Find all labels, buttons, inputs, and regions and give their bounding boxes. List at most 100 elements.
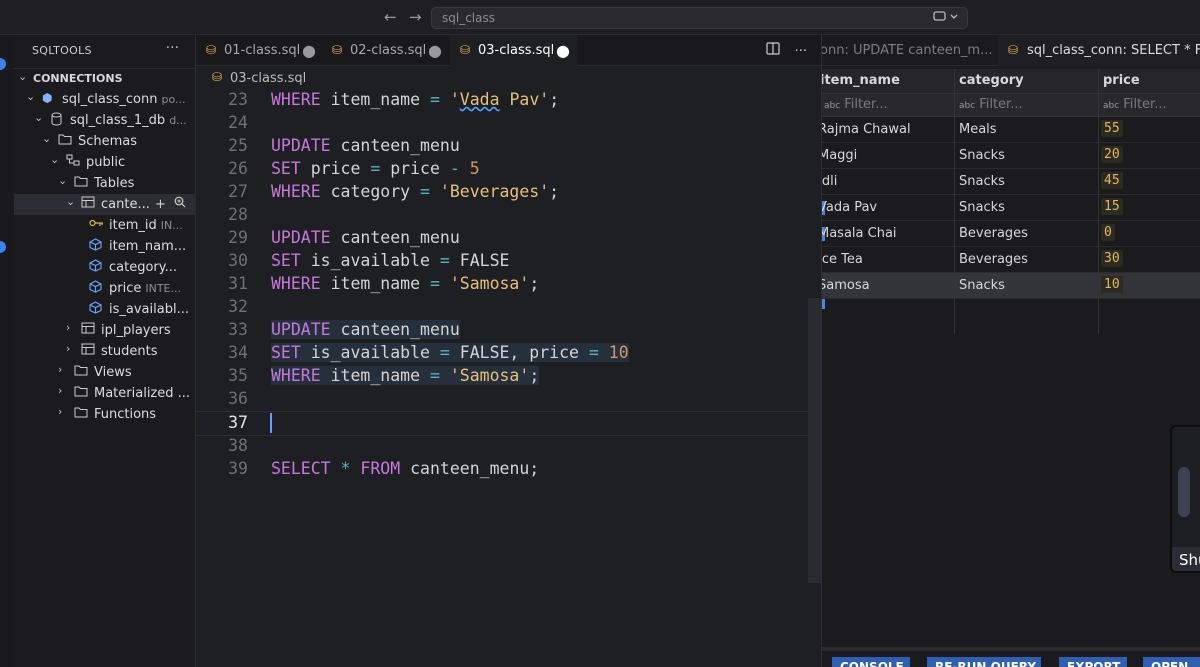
code-line: 28 bbox=[196, 205, 808, 228]
cell-price[interactable]: 45 bbox=[1101, 172, 1123, 189]
line-number: 28 bbox=[228, 205, 248, 224]
split-editor-icon[interactable] bbox=[766, 42, 784, 59]
cell-category[interactable]: Beverages bbox=[959, 252, 1028, 267]
column-icon bbox=[89, 259, 102, 275]
functions-label: Functions bbox=[94, 407, 157, 422]
rerun-query-button[interactable]: RE-RUN QUERY bbox=[927, 657, 1041, 667]
table-row[interactable]: Masala Chai Beverages 0 bbox=[822, 221, 1200, 247]
code-line: 24 bbox=[196, 113, 808, 136]
cell-price[interactable]: 0 bbox=[1101, 224, 1115, 241]
sqltools-activity-icon[interactable] bbox=[0, 58, 6, 70]
tab-03-class[interactable]: ⛁ 03-class.sql ● bbox=[450, 35, 578, 66]
column-item-id[interactable]: item_id IN... bbox=[14, 215, 195, 236]
code-line: 36 bbox=[196, 389, 808, 412]
column-header-category[interactable]: category bbox=[959, 73, 1024, 88]
tree-item-schemas[interactable]: ⌄ Schemas bbox=[14, 131, 195, 152]
activity-badge-icon[interactable] bbox=[0, 241, 6, 253]
table-row[interactable]: Maggi Snacks 20 bbox=[822, 143, 1200, 169]
results-tab-update[interactable]: onn: UPDATE canteen_m... bbox=[822, 43, 993, 58]
chevron-down-icon: ⌄ bbox=[42, 132, 52, 145]
cell-category[interactable]: Meals bbox=[959, 122, 997, 137]
tree-item-connection[interactable]: ⌄ ⬢ sql_class_conn po... bbox=[14, 89, 195, 110]
tab-label: 01-class.sql bbox=[224, 43, 301, 58]
cell-item-name[interactable]: Rajma Chawal bbox=[822, 122, 911, 137]
results-horizontal-scrollbar[interactable] bbox=[822, 647, 1200, 651]
schema-icon bbox=[66, 154, 80, 169]
cell-item-name[interactable]: Ice Tea bbox=[822, 252, 863, 267]
command-center-search[interactable]: sql_class bbox=[431, 7, 968, 29]
unsaved-dot-icon: ● bbox=[556, 41, 570, 60]
tab-label: 03-class.sql bbox=[478, 43, 555, 58]
results-tab-label: sql_class_conn: SELECT * FRO bbox=[1027, 43, 1200, 58]
table-icon bbox=[81, 343, 95, 358]
column-item-price[interactable]: price INTE... bbox=[14, 278, 195, 299]
tab-01-class[interactable]: ⛁ 01-class.sql ● bbox=[196, 35, 322, 66]
tree-item-ipl-players[interactable]: › ipl_players bbox=[14, 320, 195, 341]
tree-item-views[interactable]: › Views bbox=[14, 362, 195, 383]
folder-icon bbox=[74, 175, 88, 190]
cell-item-name[interactable]: Masala Chai bbox=[822, 226, 897, 241]
tree-item-canteen-menu[interactable]: ⌄ cante... + bbox=[14, 194, 195, 215]
unsaved-dot-icon: ● bbox=[302, 41, 316, 60]
column-header-item-name[interactable]: item_name bbox=[822, 73, 900, 88]
cell-category[interactable]: Snacks bbox=[959, 200, 1005, 215]
export-button[interactable]: EXPORT bbox=[1059, 657, 1127, 667]
tree-item-database[interactable]: ⌄ sql_class_1_db d... bbox=[14, 110, 195, 131]
column-item-category[interactable]: category... bbox=[14, 257, 195, 278]
schemas-label: Schemas bbox=[78, 134, 138, 149]
table-row[interactable]: Ice Tea Beverages 30 bbox=[822, 247, 1200, 273]
tree-item-students[interactable]: › students bbox=[14, 341, 195, 362]
cell-item-name[interactable]: Idli bbox=[822, 174, 837, 189]
more-actions-icon[interactable]: ··· bbox=[166, 40, 179, 56]
database-meta: d... bbox=[169, 114, 187, 127]
cell-category[interactable]: Snacks bbox=[959, 148, 1005, 163]
cell-category[interactable]: Snacks bbox=[959, 278, 1005, 293]
cell-item-name[interactable]: Maggi bbox=[822, 148, 857, 163]
column-header-price[interactable]: price bbox=[1103, 73, 1140, 88]
code-line: 26 SET price = price - 5 bbox=[196, 159, 808, 182]
filter-item-name[interactable]: abc Filter... bbox=[824, 97, 888, 112]
cell-price[interactable]: 55 bbox=[1101, 120, 1123, 137]
cell-item-name[interactable]: Vada Pav bbox=[822, 200, 877, 215]
back-arrow-icon[interactable]: ← bbox=[384, 8, 397, 26]
add-icon[interactable]: + bbox=[155, 197, 166, 212]
column-item-name[interactable]: item_nam... bbox=[14, 236, 195, 257]
line-number: 24 bbox=[228, 113, 248, 132]
tab-02-class[interactable]: ⛁ 02-class.sql ● bbox=[322, 35, 448, 66]
code-line: 33 UPDATE canteen_menu bbox=[196, 320, 808, 343]
tree-item-functions[interactable]: › Functions bbox=[14, 404, 195, 425]
cell-item-name[interactable]: Samosa bbox=[822, 278, 870, 293]
forward-arrow-icon[interactable]: → bbox=[409, 8, 422, 26]
column-label: price bbox=[109, 281, 142, 296]
cell-category[interactable]: Snacks bbox=[959, 174, 1005, 189]
column-icon bbox=[89, 301, 102, 317]
table-row[interactable]: Idli Snacks 45 bbox=[822, 169, 1200, 195]
views-label: Views bbox=[94, 365, 132, 380]
connection-label: sql_class_conn bbox=[62, 92, 158, 107]
breadcrumb-file[interactable]: 03-class.sql bbox=[230, 71, 306, 86]
filter-price[interactable]: abc Filter... bbox=[1103, 97, 1167, 112]
filter-category[interactable]: abc Filter... bbox=[959, 97, 1023, 112]
tree-item-public-schema[interactable]: ⌄ public bbox=[14, 152, 195, 173]
open-button[interactable]: OPEN bbox=[1143, 657, 1200, 667]
table-row[interactable]: Vada Pav Snacks 15 bbox=[822, 195, 1200, 221]
editor-more-icon[interactable]: ··· bbox=[795, 44, 807, 59]
results-tab-select[interactable]: ⛁ sql_class_conn: SELECT * FRO bbox=[998, 35, 1200, 66]
cell-price[interactable]: 10 bbox=[1101, 276, 1123, 293]
editor-scroll-thumb[interactable] bbox=[808, 298, 821, 583]
zoom-in-icon[interactable] bbox=[174, 196, 186, 212]
tree-item-tables[interactable]: ⌄ Tables bbox=[14, 173, 195, 194]
cell-price[interactable]: 20 bbox=[1101, 146, 1123, 163]
column-item-is-available[interactable]: is_availabl... bbox=[14, 299, 195, 320]
cell-price[interactable]: 30 bbox=[1101, 250, 1123, 267]
cell-category[interactable]: Beverages bbox=[959, 226, 1028, 241]
code-area[interactable]: 23 WHERE item_name = 'Vada Pav'; 24 25 UPD… bbox=[196, 90, 808, 667]
cell-price[interactable]: 15 bbox=[1101, 198, 1123, 215]
table-row[interactable]: Rajma Chawal Meals 55 bbox=[822, 117, 1200, 143]
connections-section-header[interactable]: ⌄ CONNECTIONS bbox=[14, 68, 195, 88]
tree-item-materialized-views[interactable]: › Materialized ... bbox=[14, 383, 195, 404]
copilot-icon[interactable] bbox=[933, 10, 959, 27]
table-row-selected[interactable]: Samosa Snacks 10 bbox=[822, 273, 1200, 299]
console-button[interactable]: CONSOLE bbox=[832, 657, 910, 667]
line-number: 38 bbox=[228, 436, 248, 455]
